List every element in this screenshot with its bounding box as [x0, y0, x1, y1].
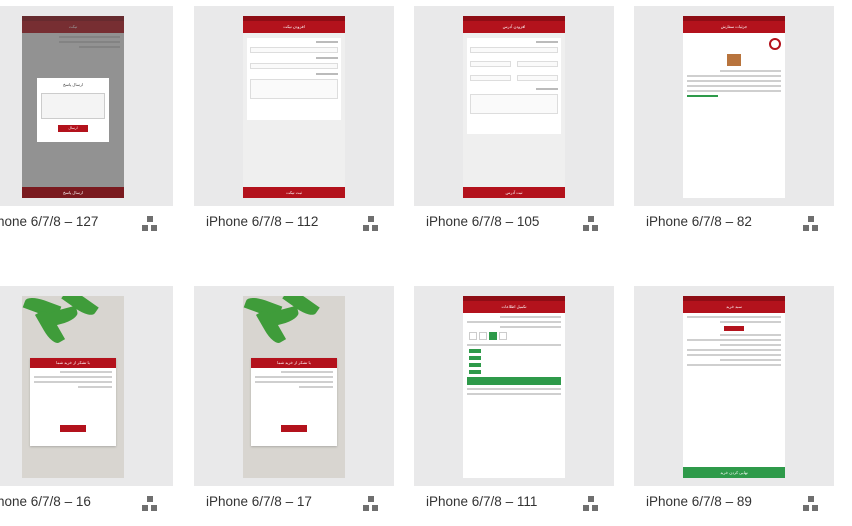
submit-ticket-bar: ثبت تیکت — [243, 187, 345, 198]
artboard-thumbnail[interactable]: افزودن آدرس ثبت آدرس — [414, 6, 614, 206]
phone-screen: افزودن تیکت ثبت تیکت — [243, 16, 345, 198]
screen-header: تکمیل اطلاعات — [463, 301, 565, 313]
order-success-ticket: با تشکر از خرید شما — [30, 358, 116, 446]
artboard-thumbnail[interactable]: تکمیل اطلاعات — [414, 286, 614, 486]
artboard-card[interactable]: افزودن تیکت ثبت تیکت iPhone 6/7/8 – 112 — [194, 6, 394, 266]
artboard-thumbnail[interactable]: جزئیات سفارش — [634, 6, 834, 206]
screen-header: سبد خرید — [683, 301, 785, 313]
artboard-grid: تیکت ارسال پاسخ ارسال ارسال پاسخ iPhone … — [0, 0, 852, 526]
bottom-bar: ارسال پاسخ — [22, 187, 124, 198]
prototype-flow-icon[interactable] — [142, 216, 158, 232]
artboard-name: iPhone 6/7/8 – 82 — [646, 214, 752, 229]
artboard-card[interactable]: جزئیات سفارش iPhone 6/7/8 – 82 — [634, 6, 834, 266]
reply-modal: ارسال پاسخ ارسال — [37, 78, 109, 142]
phone-screen: با تشکر از خرید شما — [243, 296, 345, 478]
artboard-name: iPhone 6/7/8 – 127 — [0, 214, 99, 229]
food-image — [727, 54, 741, 66]
artboard-thumbnail[interactable]: تیکت ارسال پاسخ ارسال ارسال پاسخ — [0, 6, 173, 206]
artboard-card[interactable]: سبد خرید نهایی کردن خرید iPhone 6/7/8 – … — [634, 286, 834, 526]
screen-header: افزودن آدرس — [463, 21, 565, 33]
send-button: ارسال — [58, 125, 88, 132]
add-button — [467, 377, 561, 385]
artboard-name: iPhone 6/7/8 – 112 — [206, 214, 319, 229]
artboard-card[interactable]: تیکت ارسال پاسخ ارسال ارسال پاسخ iPhone … — [0, 6, 173, 266]
artboard-thumbnail[interactable]: سبد خرید نهایی کردن خرید — [634, 286, 834, 486]
prototype-flow-icon[interactable] — [803, 216, 819, 232]
prototype-flow-icon[interactable] — [583, 496, 599, 512]
artboard-name: iPhone 6/7/8 – 111 — [426, 494, 538, 509]
artboard-name: iPhone 6/7/8 – 17 — [206, 494, 312, 509]
artboard-name: iPhone 6/7/8 – 105 — [426, 214, 540, 229]
reply-textarea — [41, 93, 105, 119]
restaurant-logo — [769, 38, 781, 50]
phone-screen: سبد خرید نهایی کردن خرید — [683, 296, 785, 478]
artboard-thumbnail[interactable]: با تشکر از خرید شما — [0, 286, 173, 486]
ticket-banner: با تشکر از خرید شما — [30, 358, 116, 368]
prototype-flow-icon[interactable] — [142, 496, 158, 512]
artboard-card[interactable]: افزودن آدرس ثبت آدرس iPhone 6/7/8 – 105 — [414, 6, 614, 266]
screen-header: جزئیات سفارش — [683, 21, 785, 33]
phone-screen: تکمیل اطلاعات — [463, 296, 565, 478]
artboard-card[interactable]: با تشکر از خرید شما iPhone 6/7/8 – 17 — [194, 286, 394, 526]
prototype-flow-icon[interactable] — [363, 496, 379, 512]
modal-title: ارسال پاسخ — [63, 82, 83, 87]
prototype-flow-icon[interactable] — [583, 216, 599, 232]
artboard-name: iPhone 6/7/8 – 89 — [646, 494, 752, 509]
address-form — [467, 38, 561, 134]
artboard-thumbnail[interactable]: افزودن تیکت ثبت تیکت — [194, 6, 394, 206]
phone-screen: جزئیات سفارش — [683, 16, 785, 198]
ticket-banner: با تشکر از خرید شما — [251, 358, 337, 368]
artboard-card[interactable]: با تشکر از خرید شما iPhone 6/7/8 – 16 — [0, 286, 173, 526]
ticket-form — [247, 38, 341, 120]
prototype-flow-icon[interactable] — [363, 216, 379, 232]
prototype-flow-icon[interactable] — [803, 496, 819, 512]
checkout-bar: نهایی کردن خرید — [683, 467, 785, 478]
submit-address-bar: ثبت آدرس — [463, 187, 565, 198]
artboard-name: iPhone 6/7/8 – 16 — [0, 494, 91, 509]
artboard-card[interactable]: تکمیل اطلاعات iPhone 6/7/8 – 111 — [414, 286, 614, 526]
artboard-thumbnail[interactable]: با تشکر از خرید شما — [194, 286, 394, 486]
screen-header: افزودن تیکت — [243, 21, 345, 33]
phone-screen: تیکت ارسال پاسخ ارسال ارسال پاسخ — [22, 16, 124, 198]
phone-screen: افزودن آدرس ثبت آدرس — [463, 16, 565, 198]
phone-screen: با تشکر از خرید شما — [22, 296, 124, 478]
order-success-ticket: با تشکر از خرید شما — [251, 358, 337, 446]
